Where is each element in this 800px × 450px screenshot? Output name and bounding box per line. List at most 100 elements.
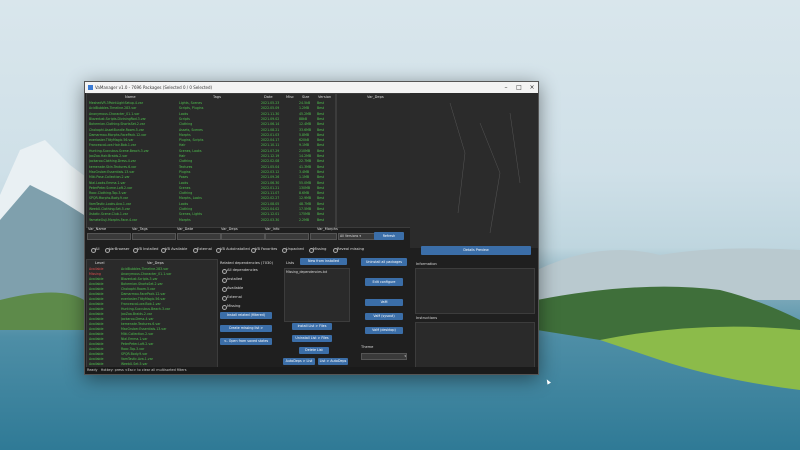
- refresh-button[interactable]: Refresh: [374, 232, 404, 240]
- table-row[interactable]: VamTastic.Looks.Ava.1.var Looks 2021.08.05…: [87, 202, 335, 206]
- cell-tags: Textures: [179, 164, 193, 169]
- dep-level: Available: [89, 292, 104, 296]
- autodeps-list-button[interactable]: AutoDeps > List: [283, 358, 315, 365]
- var-info-input[interactable]: [265, 233, 309, 240]
- vam-sysout-button[interactable]: VaM (sysout): [365, 313, 403, 320]
- table-row[interactable]: Bohemian.Clothing.ShortsSet.2.var Clothin…: [87, 122, 335, 126]
- list-item[interactable]: Available Roac.Top.3.var: [87, 347, 217, 351]
- radio-label: VB Installed: [137, 247, 159, 251]
- list-item[interactable]: Available MacGruber.Essentials.13.var: [87, 327, 217, 331]
- create-missing-button[interactable]: Create missing list >: [220, 325, 272, 332]
- theme-select[interactable]: ▾: [361, 353, 407, 360]
- col-version[interactable]: Version: [318, 94, 331, 101]
- table-row[interactable]: PeterPeter.Scene.Loft.2.var Scenes 2022.01…: [87, 186, 335, 190]
- list-item[interactable]: Available Damarmau.FacePack.12.var: [87, 292, 217, 296]
- details-preview-button[interactable]: Details Preview: [421, 246, 531, 255]
- list-item[interactable]: Missing_dependencies.txt: [286, 270, 349, 274]
- lists-box[interactable]: Missing_dependencies.txt: [284, 268, 350, 322]
- table-row[interactable]: WeebU.Clothing.Set.5.var Clothing 2022.04.…: [87, 207, 335, 211]
- vam-button[interactable]: VaM: [365, 299, 403, 306]
- col-name[interactable]: Name: [125, 94, 136, 101]
- var-morphs-input[interactable]: [310, 233, 337, 240]
- table-row[interactable]: Anonymous.Character_01.1.var Looks 2021.11…: [87, 112, 335, 116]
- col-deps-name[interactable]: Var_Deps: [147, 260, 164, 267]
- col-level[interactable]: Level: [95, 260, 105, 267]
- list-item[interactable]: Missing Anonymous.Character_01.1.var: [87, 272, 217, 276]
- versions-select[interactable]: All Versions ▾: [338, 233, 375, 240]
- cell-tags: Morphs: [179, 217, 191, 222]
- table-row[interactable]: Xstatic.Scene.Club.1.var Scenes, Lights 20…: [87, 212, 335, 216]
- list-item[interactable]: Available Bohemian.ShortsSet.2.var: [87, 282, 217, 286]
- table-row[interactable]: Blazedust.Scripts.DiviningRod.3.var Scrip…: [87, 117, 335, 121]
- maximize-icon[interactable]: □: [513, 82, 525, 93]
- install-related-button[interactable]: Install related (filtered): [220, 312, 272, 319]
- list-item[interactable]: Available kemenate.Textures.6.var: [87, 322, 217, 326]
- cell-date: 2021.08.05: [261, 201, 280, 206]
- vam-desktop-button[interactable]: VaM (desktop): [365, 327, 403, 334]
- list-item[interactable]: Available Chokaphi.Room.5.var: [87, 287, 217, 291]
- col-tags[interactable]: Tags: [213, 94, 221, 101]
- install-list-button[interactable]: Install List > Files: [292, 323, 332, 330]
- table-row[interactable]: everlaster.TittyMagic.56.var Plugins, Scr…: [87, 138, 335, 142]
- var-deps-input[interactable]: [221, 233, 265, 240]
- cell-ver: Best: [317, 116, 325, 121]
- radio-label: VB Favorites: [255, 247, 278, 251]
- col-size[interactable]: Size: [302, 94, 309, 101]
- col-misc[interactable]: Misc: [286, 94, 294, 101]
- list-item[interactable]: Available everlaster.TittyMagic.56.var: [87, 297, 217, 301]
- table-row[interactable]: YameteOuji.Morphs.Face.4.var Morphs 2022.0…: [87, 218, 335, 222]
- cell-size: 8.6MB: [299, 191, 310, 196]
- list-item[interactable]: Available JaxZoa.Braids.2.var: [87, 312, 217, 316]
- list-item[interactable]: Available Hunting-Succubus.Beach.3.var: [87, 307, 217, 311]
- delete-list-button[interactable]: Delete List: [299, 347, 329, 354]
- list-item[interactable]: Available WeebU.Set.5.var: [87, 362, 217, 366]
- uninstall-list-button[interactable]: Uninstall List > Files: [292, 335, 332, 342]
- cell-size: 41.3MB: [299, 164, 312, 169]
- table-row[interactable]: Damarmau.Morphs.FacePack.12.var Morphs 202…: [87, 133, 335, 137]
- table-row[interactable]: AcidBubbles.Timeline.283.var Scripts, Plu…: [87, 106, 335, 110]
- table-row[interactable]: Jackaroo.Clothing.Dress.4.var Clothing 202…: [87, 159, 335, 163]
- list-item[interactable]: Available Miki.Collection.2.var: [87, 332, 217, 336]
- cell-ver: Best: [317, 180, 325, 185]
- table-row[interactable]: SPQR.Morphs.Body.9.var Morphs, Looks 2022.…: [87, 196, 335, 200]
- minimize-icon[interactable]: –: [500, 82, 512, 93]
- open-saved-button[interactable]: <- Open from saved states: [220, 338, 272, 345]
- table-row[interactable]: Nial.Looks.Emma.1.var Looks 2021.06.30 55.0…: [87, 181, 335, 185]
- col-date[interactable]: Date: [264, 94, 273, 101]
- table-row[interactable]: Miki.Pose.Collection.2.var Poses 2021.09.2…: [87, 175, 335, 179]
- list-item[interactable]: Available SPQR.Body.9.var: [87, 352, 217, 356]
- cell-size: 3.4MB: [299, 169, 310, 174]
- table-row[interactable]: Hunting-Succubus.Scene.Beach.3.var Scenes…: [87, 149, 335, 153]
- cell-tags: Scenes: [179, 185, 191, 190]
- var-name-input[interactable]: [87, 233, 131, 240]
- table-row[interactable]: Chokaphi.AssetBundle.Room.5.var Assets, S…: [87, 128, 335, 132]
- uninstall-all-button[interactable]: Uninstall all packages: [361, 258, 407, 266]
- list-item[interactable]: Available FrancescaLuce.Bob.1.var: [87, 302, 217, 306]
- table-row[interactable]: MacGruber.Essentials.13.var Plugins 2022.0…: [87, 170, 335, 174]
- package-table[interactable]: Name Tags Date Misc Size Version MeshedV…: [86, 93, 336, 228]
- list-autodeps-button[interactable]: List > AutoDeps: [318, 358, 348, 365]
- cell-size: 14.2MB: [299, 154, 312, 158]
- edit-config-button[interactable]: Edit configure: [365, 278, 403, 286]
- dep-name: Bohemian.ShortsSet.2.var: [121, 282, 163, 286]
- close-icon[interactable]: ×: [526, 82, 538, 93]
- table-row[interactable]: Roac.Clothing.Top.3.var Clothing 2021.11.0…: [87, 191, 335, 195]
- filter-var-tags-label: Var_Tags: [132, 227, 148, 231]
- var-deps-panel[interactable]: Var_Deps: [336, 93, 412, 228]
- var-tags-input[interactable]: [132, 233, 176, 240]
- deps-table[interactable]: Level Var_Deps Available AcidBubbles.Time…: [86, 259, 218, 369]
- new-from-installed-button[interactable]: New from installed: [300, 258, 347, 265]
- list-item[interactable]: Available AcidBubbles.Timeline.283.var: [87, 267, 217, 271]
- table-row[interactable]: FrancescaLuce.Hair.Bob.1.var Hair 2021.10.…: [87, 143, 335, 147]
- table-row[interactable]: kemenate.Skin.Textures.6.var Textures 2021…: [87, 165, 335, 169]
- list-item[interactable]: Available VamTastic.Ava.1.var: [87, 357, 217, 361]
- table-row[interactable]: MeshedVR.3PointLightSetup.4.var Lights, S…: [87, 101, 335, 105]
- list-item[interactable]: Available Blazedust.Scripts.3.var: [87, 277, 217, 281]
- list-item[interactable]: Available Jackaroo.Dress.4.var: [87, 317, 217, 321]
- cell-date: 2022.05.09: [261, 106, 280, 111]
- table-row[interactable]: JaxZoa.Hair.Braids.2.var Hair 2021.12.19 14…: [87, 154, 335, 158]
- list-item[interactable]: Available PeterPeter.Loft.2.var: [87, 342, 217, 346]
- var-date-input[interactable]: [177, 233, 221, 240]
- list-item[interactable]: Available Nial.Emma.1.var: [87, 337, 217, 341]
- cell-size: 17.5MB: [299, 207, 312, 211]
